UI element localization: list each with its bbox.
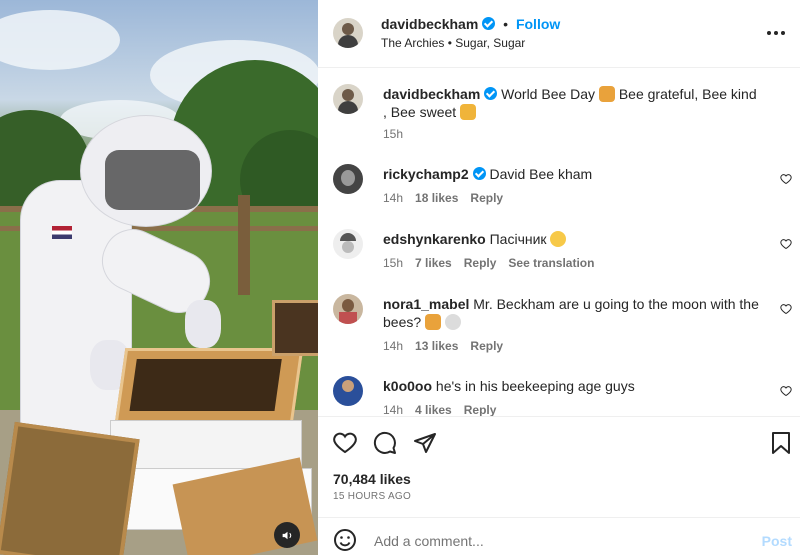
- comment-item: k0o0oo he's in his beekeeping age guys 1…: [318, 376, 800, 416]
- speaker-icon: [282, 531, 291, 539]
- comment-likes[interactable]: 7 likes: [415, 256, 452, 270]
- avatar[interactable]: [333, 84, 363, 114]
- save-bookmark-icon[interactable]: [770, 431, 792, 455]
- like-comment-heart-icon[interactable]: [780, 238, 792, 250]
- comment-item: nora1_mabel Mr. Beckham are u going to t…: [318, 294, 800, 359]
- comment-item: edshynkarenko Пасічник 15h 7 likes Reply Se…: [318, 229, 800, 279]
- post-actions: 70,484 likes 15 HOURS AGO Post: [318, 416, 800, 556]
- hive-frame-right: [272, 300, 318, 356]
- comment-time: 14h: [383, 191, 404, 205]
- like-comment-heart-icon[interactable]: [780, 385, 792, 397]
- like-heart-icon[interactable]: [333, 431, 357, 455]
- song-label[interactable]: The Archies • Sugar, Sugar: [381, 36, 525, 50]
- comment-likes[interactable]: 4 likes: [415, 403, 452, 416]
- laughing-emoji-icon: [550, 231, 567, 247]
- veil-mesh: [105, 150, 200, 210]
- comment-text: Пасічник: [489, 231, 547, 247]
- honey-frame: [0, 421, 140, 555]
- share-send-icon[interactable]: [413, 431, 437, 455]
- honey-pot-emoji-icon: [460, 104, 477, 120]
- comment-username[interactable]: k0o0oo: [383, 378, 432, 394]
- separator: •: [503, 16, 509, 32]
- likes-count[interactable]: 70,484 likes: [333, 471, 411, 487]
- post-comment-button[interactable]: Post: [762, 533, 792, 549]
- post-timestamp: 15 HOURS AGO: [333, 491, 412, 502]
- glove: [185, 300, 221, 348]
- like-comment-heart-icon[interactable]: [780, 303, 792, 315]
- comment-text: he's in his beekeeping age guys: [435, 378, 635, 394]
- emoji-picker-icon[interactable]: [333, 528, 357, 552]
- avatar[interactable]: [333, 294, 363, 324]
- fence-post: [238, 195, 250, 295]
- caption: davidbeckham World Bee Day Bee grateful,…: [318, 84, 800, 144]
- comment-likes[interactable]: 13 likes: [415, 339, 458, 353]
- post-panel: davidbeckham • Follow The Archies • Suga…: [318, 0, 800, 556]
- comment-input[interactable]: [372, 529, 736, 553]
- comment-username[interactable]: nora1_mabel: [383, 296, 469, 312]
- verified-badge-icon: [484, 87, 498, 100]
- bee-emoji-icon: [425, 314, 442, 330]
- cloud: [0, 10, 120, 70]
- more-options-icon[interactable]: [764, 24, 788, 42]
- comment-item: rickychamp2 David Bee kham 14h 18 likes Re…: [318, 164, 800, 214]
- reply-button[interactable]: Reply: [464, 256, 497, 270]
- hive-frame: [114, 348, 304, 424]
- avatar[interactable]: [333, 164, 363, 194]
- avatar[interactable]: [333, 18, 363, 48]
- caption-time: 15h: [383, 127, 404, 141]
- comment-bubble-icon[interactable]: [373, 431, 397, 455]
- reply-button[interactable]: Reply: [470, 191, 503, 205]
- see-translation-link[interactable]: See translation: [508, 256, 594, 270]
- flag-patch: [52, 226, 72, 239]
- reply-button[interactable]: Reply: [470, 339, 503, 353]
- reply-button[interactable]: Reply: [464, 403, 497, 416]
- verified-badge-icon: [472, 167, 486, 180]
- comment-username[interactable]: rickychamp2: [383, 166, 469, 182]
- comment-time: 15h: [383, 256, 404, 270]
- post-image[interactable]: [0, 0, 318, 555]
- post-header: davidbeckham • Follow The Archies • Suga…: [318, 0, 800, 68]
- caption-text: davidbeckham World Bee Day Bee grateful,…: [383, 85, 763, 121]
- follow-button[interactable]: Follow: [516, 16, 560, 32]
- sound-toggle-button[interactable]: [274, 522, 300, 548]
- comment-text: David Bee kham: [489, 166, 593, 182]
- comment-time: 14h: [383, 339, 404, 353]
- like-comment-heart-icon[interactable]: [780, 173, 792, 185]
- comment-username[interactable]: edshynkarenko: [383, 231, 486, 247]
- comment-likes[interactable]: 18 likes: [415, 191, 458, 205]
- divider: [318, 517, 800, 518]
- hive-bees: [129, 359, 282, 411]
- header-username[interactable]: davidbeckham: [381, 16, 478, 32]
- comment-time: 14h: [383, 403, 404, 416]
- bee-emoji-icon: [598, 86, 615, 102]
- verified-badge-icon: [482, 17, 496, 30]
- caption-username[interactable]: davidbeckham: [383, 86, 480, 102]
- astronaut-emoji-icon: [444, 314, 461, 330]
- avatar[interactable]: [333, 376, 363, 406]
- avatar[interactable]: [333, 229, 363, 259]
- caption-body: World Bee Day: [501, 86, 596, 102]
